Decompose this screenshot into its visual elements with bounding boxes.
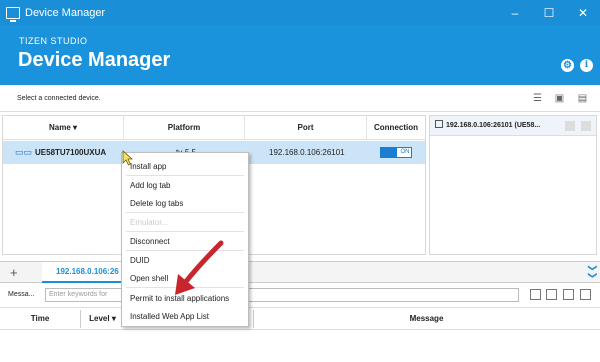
menu-delete-log-tabs[interactable]: Delete log tabs (130, 199, 183, 208)
monitor-icon (6, 6, 20, 22)
title-bar: Device Manager – ☐ ✕ (0, 0, 600, 25)
detail-maximize-icon[interactable] (581, 121, 591, 131)
device-port: 192.168.0.106:26101 (269, 148, 345, 157)
detail-minimize-icon[interactable] (565, 121, 575, 131)
message-label: Messa... (8, 291, 35, 298)
column-level[interactable]: Level ▾ (80, 308, 125, 330)
message-filter-input[interactable]: Enter keywords for (45, 288, 519, 302)
list-view-icon[interactable]: ☰ (531, 93, 544, 104)
select-bar: Select a connected device. ☰ ▣ ▤ (0, 85, 600, 112)
menu-separator (126, 231, 244, 232)
menu-separator (126, 175, 244, 176)
menu-add-log-tab[interactable]: Add log tab (130, 181, 170, 190)
log-tab-bar: + 192.168.0.106:26 ❯❯ (0, 261, 600, 283)
device-table-header: Name ▾ Platform Port Connection (3, 116, 425, 140)
column-platform[interactable]: Platform (124, 116, 245, 140)
column-connection[interactable]: Connection (367, 116, 425, 140)
toggle-knob (381, 148, 397, 157)
filter-icon[interactable] (530, 289, 541, 300)
banner-title: Device Manager (18, 49, 171, 71)
device-view-icon[interactable]: ▣ (553, 93, 566, 104)
save-log-icon[interactable] (563, 289, 574, 300)
info-icon[interactable]: i (580, 59, 593, 72)
scroll-lock-icon[interactable] (580, 289, 591, 300)
mouse-cursor-icon (122, 150, 134, 166)
device-detail-label: 192.168.0.106:26101 (UE58... (446, 122, 541, 129)
gear-icon[interactable]: ⚙ (561, 59, 574, 72)
device-name: UE58TU7100UXUA (35, 148, 107, 157)
tv-icon: ▭▭ (15, 147, 33, 157)
connection-toggle[interactable]: ON (380, 147, 412, 158)
log-tab[interactable]: 192.168.0.106:26 (42, 262, 122, 283)
menu-disconnect[interactable]: Disconnect (130, 237, 170, 246)
menu-disabled-item: Emulator... (130, 218, 169, 227)
menu-duid[interactable]: DUID (130, 256, 150, 265)
annotation-arrow-icon (175, 240, 224, 295)
maximize-button[interactable]: ☐ (532, 0, 566, 25)
menu-install-app[interactable]: Install app (130, 162, 166, 171)
add-log-tab-button[interactable]: + (10, 265, 18, 280)
clear-log-icon[interactable] (546, 289, 557, 300)
column-name[interactable]: Name ▾ (3, 116, 124, 140)
toggle-label: ON (400, 149, 410, 155)
window-controls: – ☐ ✕ (498, 0, 600, 25)
device-icon (435, 120, 443, 128)
banner-subtitle: TIZEN STUDIO (19, 36, 88, 46)
close-button[interactable]: ✕ (566, 0, 600, 25)
select-hint: Select a connected device. (17, 95, 101, 102)
window-title: Device Manager (25, 6, 106, 19)
collapse-icon[interactable]: ❯❯ (587, 264, 598, 279)
device-detail-panel: 192.168.0.106:26101 (UE58... (429, 115, 597, 255)
menu-open-shell[interactable]: Open shell (130, 274, 168, 283)
menu-separator (126, 212, 244, 213)
menu-installed-web-app-list[interactable]: Installed Web App List (130, 312, 209, 321)
column-time[interactable]: Time (0, 308, 80, 330)
remote-device-icon[interactable]: ▤ (576, 93, 589, 104)
column-message[interactable]: Message (253, 308, 600, 330)
message-filter-row: Messa... Enter keywords for (0, 284, 600, 306)
minimize-button[interactable]: – (498, 0, 532, 25)
app-banner: TIZEN STUDIO Device Manager ⚙ i (0, 25, 600, 85)
log-table-header: Time Level ▾ Message (0, 307, 600, 330)
column-port[interactable]: Port (245, 116, 367, 140)
